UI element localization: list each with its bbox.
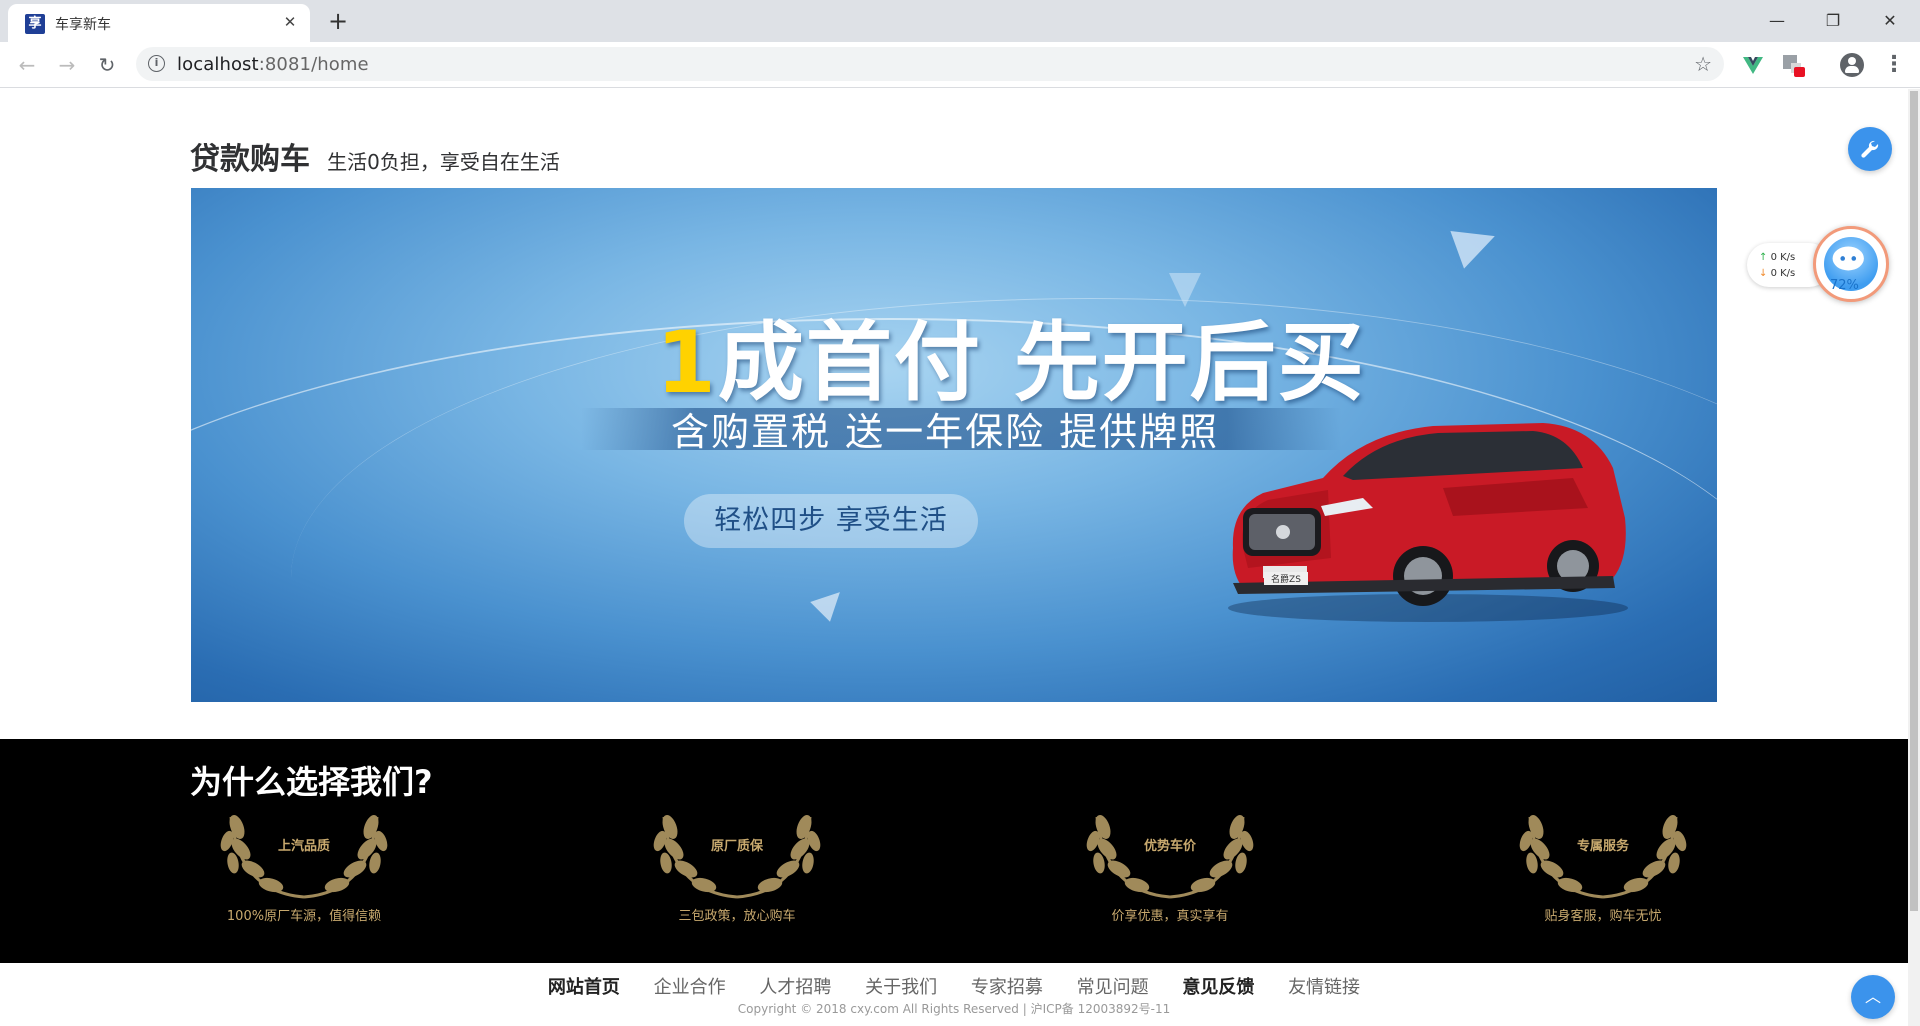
footer-link-friends[interactable]: 友情链接 — [1288, 973, 1360, 999]
feature-title: 专属服务 — [1576, 839, 1629, 854]
footer-link-faq[interactable]: 常见问题 — [1077, 973, 1149, 999]
feature-desc: 价享优惠，真实享有 — [1111, 909, 1229, 924]
footer-link-about[interactable]: 关于我们 — [865, 973, 937, 999]
extension-icon[interactable] — [1780, 52, 1806, 78]
banner-subline: 含购置税 送一年保险 提供牌照 — [671, 410, 1220, 454]
scrollbar-thumb[interactable] — [1910, 91, 1918, 911]
feature-title: 优势车价 — [1143, 839, 1196, 854]
close-window-icon[interactable]: ✕ — [1870, 6, 1910, 36]
section-subtitle: 生活0负担，享受自在生活 — [327, 150, 560, 174]
feature-card: 上汽品质 100%原厂车源，值得信赖 — [219, 797, 389, 927]
back-to-top-button[interactable]: ︿ — [1851, 975, 1895, 1019]
footer-link-experts[interactable]: 专家招募 — [971, 973, 1043, 999]
feature-desc: 贴身客服，购车无忧 — [1544, 909, 1662, 924]
download-arrow-icon: ↓ — [1759, 268, 1768, 279]
page-scrollbar[interactable] — [1908, 89, 1920, 1026]
browser-tab[interactable]: 享 车享新车 ✕ — [8, 4, 310, 42]
upload-speed-value: 0 K/s — [1770, 252, 1796, 263]
car-plate-text: 名爵ZS — [1264, 572, 1308, 585]
banner-pill-button[interactable]: 轻松四步 享受生活 — [684, 494, 978, 548]
page-footer: 网站首页 企业合作 人才招聘 关于我们 专家招募 常见问题 意见反馈 友情链接 … — [0, 963, 1908, 1026]
tab-strip: 享 车享新车 ✕ + — ❐ ✕ — [0, 0, 1920, 42]
wrench-icon — [1861, 140, 1879, 158]
footer-link-cooperation[interactable]: 企业合作 — [654, 973, 726, 999]
vue-devtools-icon[interactable] — [1740, 52, 1766, 78]
banner-headline-number: 1 — [656, 313, 718, 413]
minimize-icon[interactable]: — — [1757, 6, 1797, 36]
page-viewport: 贷款购车 生活0负担，享受自在生活 1成首付 先开后买 含购置税 送一年保险 提… — [0, 89, 1908, 1026]
feature-desc: 三包政策，放心购车 — [678, 909, 796, 924]
upload-arrow-icon: ↑ — [1759, 252, 1768, 263]
memory-percent: 72% — [1830, 278, 1859, 293]
feature-title: 原厂质保 — [710, 839, 763, 854]
site-favicon-icon: 享 — [25, 14, 45, 34]
forward-icon[interactable]: → — [54, 52, 80, 78]
feature-card: 优势车价 价享优惠，真实享有 — [1085, 797, 1255, 927]
browser-toolbar: ← → ↻ i localhost:8081/home ☆ ⋮ — [0, 42, 1920, 88]
chevron-up-icon: ︿ — [1864, 987, 1881, 1006]
url-path: :8081/home — [258, 54, 369, 75]
loan-banner[interactable]: 1成首付 先开后买 含购置税 送一年保险 提供牌照 轻松四步 享受生活 名爵ZS — [191, 188, 1717, 702]
address-bar[interactable]: i localhost:8081/home ☆ — [136, 47, 1724, 81]
footer-link-home[interactable]: 网站首页 — [548, 973, 620, 999]
feature-desc: 100%原厂车源，值得信赖 — [226, 909, 382, 924]
info-icon[interactable]: i — [148, 55, 165, 72]
wrench-tool-button[interactable] — [1848, 127, 1892, 171]
tab-title: 车享新车 — [55, 17, 111, 33]
car-image — [1228, 423, 1628, 622]
assistant-bubble[interactable]: 72% — [1813, 226, 1889, 302]
restore-icon[interactable]: ❐ — [1813, 6, 1853, 36]
feature-title: 上汽品质 — [277, 839, 330, 854]
copyright-text: Copyright © 2018 cxy.com All Rights Rese… — [737, 1002, 1171, 1016]
url-host: localhost — [177, 54, 259, 75]
url-text[interactable]: localhost:8081/home — [177, 54, 369, 75]
footer-link-feedback[interactable]: 意见反馈 — [1182, 973, 1254, 999]
section-title: 贷款购车 — [190, 142, 310, 177]
feature-card: 专属服务 贴身客服，购车无忧 — [1518, 797, 1688, 927]
menu-icon[interactable]: ⋮ — [1883, 50, 1905, 80]
footer-link-careers[interactable]: 人才招聘 — [759, 973, 831, 999]
feature-card: 原厂质保 三包政策，放心购车 — [652, 797, 822, 927]
footer-links: 网站首页 企业合作 人才招聘 关于我们 专家招募 常见问题 意见反馈 友情链接 — [0, 973, 1908, 999]
back-icon[interactable]: ← — [14, 52, 40, 78]
profile-icon[interactable] — [1840, 53, 1864, 77]
reload-icon[interactable]: ↻ — [94, 52, 120, 78]
download-speed-value: 0 K/s — [1770, 268, 1796, 279]
why-choose-us-section: 为什么选择我们? 上汽品质 100%原厂车源，值得信赖 原厂质保 三包政策，放心… — [0, 739, 1908, 963]
star-icon[interactable]: ☆ — [1694, 52, 1712, 76]
close-tab-icon[interactable]: ✕ — [280, 12, 300, 32]
decor-triangle — [1450, 217, 1502, 269]
new-tab-icon[interactable]: + — [325, 9, 351, 35]
section-header: 贷款购车 生活0负担，享受自在生活 — [190, 134, 560, 178]
